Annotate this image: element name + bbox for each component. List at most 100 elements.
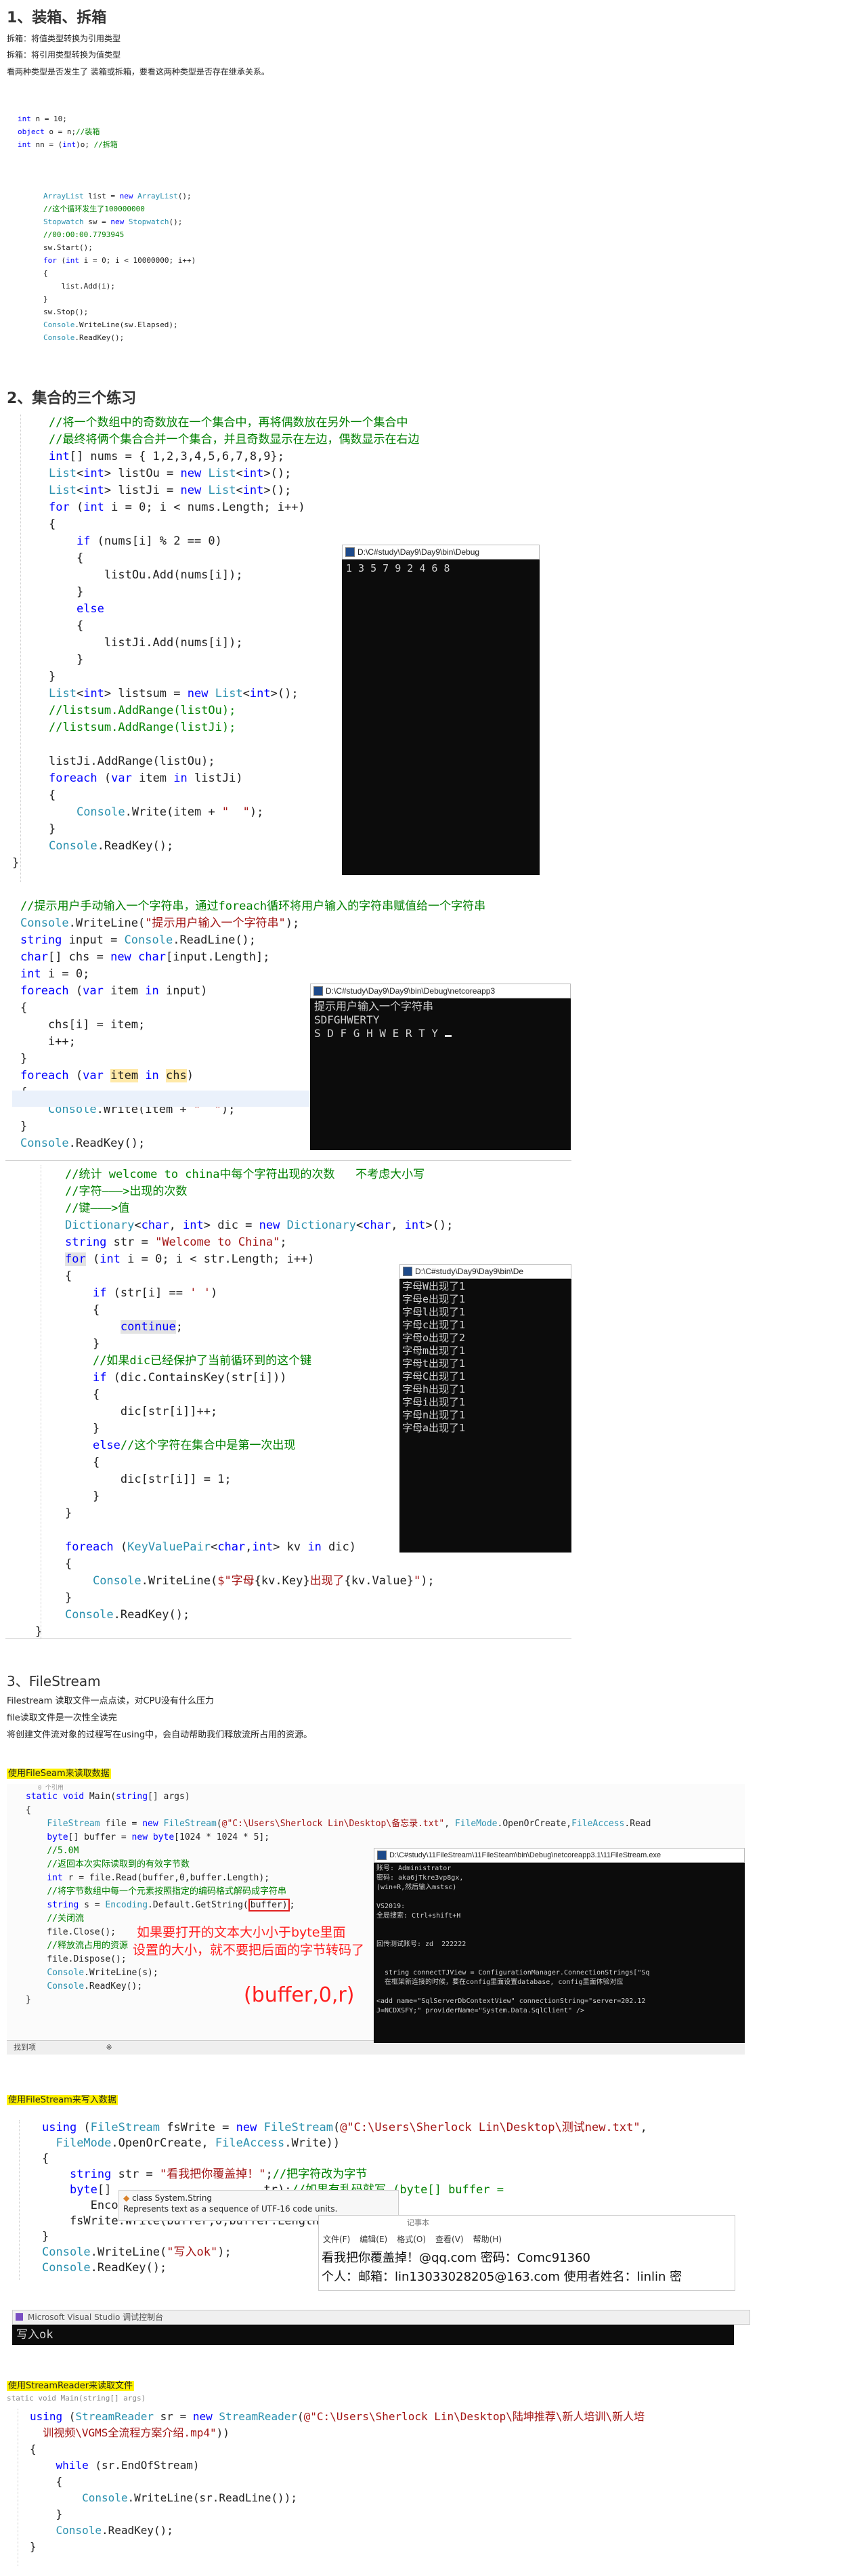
console-title: D:\C#study\11FileStream\11FileSteam\bin\… xyxy=(389,1851,661,1859)
console-output: 提示用户输入一个字符串 SDFGHWERTY S D F G H W E R T Y xyxy=(310,998,571,1150)
code-gutter-2 xyxy=(41,1165,42,1639)
tooltip-line-1: ◆ class System.String xyxy=(119,2191,398,2203)
console-window-chars: D:\C#study\Day9\Day9\bin\Debug\netcoreap… xyxy=(310,984,571,1150)
console-app-icon xyxy=(377,1851,387,1860)
console-app-icon xyxy=(403,1267,412,1276)
console-line: 字母m出现了1 xyxy=(402,1345,466,1357)
section-title-filestream: 3、FileStream xyxy=(7,1673,101,1689)
console-title: D:\C#study\Day9\Day9\bin\Debug\netcoreap… xyxy=(326,986,496,996)
console-line: 字母l出现了1 xyxy=(402,1306,466,1318)
console-line: 全局搜索: Ctrl+shift+H xyxy=(376,1912,461,1920)
console-line: (win+R,然后输入mstsc) xyxy=(376,1884,457,1891)
code-gutter-1 xyxy=(20,415,22,882)
notepad-menu-item[interactable]: 格式(O) xyxy=(397,2235,426,2244)
console-titlebar: D:\C#study\11FileStream\11FileSteam\bin\… xyxy=(374,1848,745,1863)
class-icon: ◆ xyxy=(123,2193,130,2203)
code-boxing: int n = 10; object o = n;//装箱 int nn = (… xyxy=(18,114,118,149)
console-line: J=NCDXSFY;" providerName="System.Data.Sq… xyxy=(376,2007,585,2014)
console-titlebar: D:\C#study\Day9\Day9\bin\Debug xyxy=(342,545,540,559)
console-output: 1 3 5 7 9 2 4 6 8 xyxy=(342,559,540,875)
console-line: 在框架新连接的时候，要在config里面设置database, config里面… xyxy=(376,1979,624,1986)
console-line: 字母h出现了1 xyxy=(402,1383,466,1395)
console-app-icon xyxy=(313,986,323,996)
heading-streamreader: 使用StreamReader来读取文件 xyxy=(7,2380,135,2392)
statusbar-mid: ※ xyxy=(106,2043,112,2052)
section-title-boxing: 1、装箱、拆箱 xyxy=(7,9,107,26)
console-titlebar: D:\C#study\Day9\Day9\bin\De xyxy=(399,1264,571,1279)
console-line: S D F G H W E R T Y xyxy=(314,1027,567,1040)
notepad-menu-item[interactable]: 编辑(E) xyxy=(360,2235,387,2244)
boxing-note-3: 看两种类型是否发生了 装箱或拆箱，要看这两种类型是否存在继承关系。 xyxy=(7,67,269,77)
notepad-text-line-2: 个人：邮箱：lin13033028205@163.com 使用者姓名：linli… xyxy=(322,2270,682,2284)
vs-debug-console-title: Microsoft Visual Studio 调试控制台 xyxy=(28,2313,164,2322)
notepad-text-line-1: 看我把你覆盖掉！@qq.com 密码：Comc91360 xyxy=(322,2251,591,2265)
console-line: 提示用户输入一个字符串 xyxy=(314,1000,434,1013)
console-line: 字母c出现了1 xyxy=(402,1319,466,1331)
console-line-text: S D F G H W E R T Y xyxy=(314,1027,445,1040)
code-stopwatch: ArrayList list = new ArrayList(); //这个循环… xyxy=(43,192,196,342)
code-char-count: //统计 welcome to china中每个字符出现的次数 不考虑大小写 /… xyxy=(65,1168,454,1622)
vs-debug-console-output: 写入ok xyxy=(12,2325,734,2345)
console-output-line: 1 3 5 7 9 2 4 6 8 xyxy=(346,562,450,574)
console-title: D:\C#study\Day9\Day9\bin\De xyxy=(415,1267,524,1276)
annotation-line-1: 如果要打开的文本大小小于byte里面 xyxy=(137,1925,346,1940)
heading-write-filestream-text: 使用FileStream来写入数据 xyxy=(7,2095,118,2105)
boxing-note-2: 拆箱：将引用类型转换为值类型 xyxy=(7,50,121,60)
notepad-menu-item[interactable]: 查看(V) xyxy=(435,2235,464,2244)
code-close-brace-1: } xyxy=(12,856,20,870)
divider xyxy=(5,1638,571,1639)
section-title-collections: 2、集合的三个练习 xyxy=(7,390,137,407)
console-line: 字母n出现了1 xyxy=(402,1409,466,1421)
console-line: 字母C出现了1 xyxy=(402,1370,466,1382)
console-line: 密码: aka6jTkre3vp8gx, xyxy=(376,1874,464,1882)
console-line: string connectTJView = ConfigurationMana… xyxy=(376,1969,650,1977)
code-partial-line: static void Main(string[] args) xyxy=(7,2394,146,2403)
code-gutter-4 xyxy=(18,2409,19,2566)
console-window-char-count: D:\C#study\Day9\Day9\bin\De 字母W出现了1 字母e出现… xyxy=(399,1264,571,1553)
console-line: 字母t出现了1 xyxy=(402,1357,466,1370)
notepad-menubar: 文件(F) 编辑(E) 格式(O) 查看(V) 帮助(H) xyxy=(323,2233,511,2245)
annotation-line-2: 设置的大小，就不要把后面的字节转码了 xyxy=(133,1943,365,1958)
console-window-odd-even: D:\C#study\Day9\Day9\bin\Debug 1 3 5 7 9… xyxy=(342,545,540,875)
console-line: 字母a出现了1 xyxy=(402,1422,466,1434)
notepad-menu-item[interactable]: 文件(F) xyxy=(323,2235,350,2244)
notepad-menu-item[interactable]: 帮助(H) xyxy=(473,2235,502,2244)
heading-read-filestream: 使用FileSeam来读取数据 xyxy=(7,1768,111,1780)
vs-debug-console-text: 写入ok xyxy=(16,2328,53,2342)
notepad-window: 记事本 文件(F) 编辑(E) 格式(O) 查看(V) 帮助(H) 看我把你覆盖掉！@q… xyxy=(318,2215,735,2291)
heading-write-filestream: 使用FileStream来写入数据 xyxy=(7,2094,118,2107)
heading-streamreader-text: 使用StreamReader来读取文件 xyxy=(7,2381,135,2391)
console-line: VS2019: xyxy=(376,1903,406,1910)
filestream-note-1: Filestream 读取文件一点点读，对CPU没有什么压力 xyxy=(7,1696,214,1706)
divider xyxy=(5,1160,571,1161)
console-title: D:\C#study\Day9\Day9\bin\Debug xyxy=(357,547,480,557)
console-output: 字母W出现了1 字母e出现了1 字母l出现了1 字母c出现了1 字母o出现了2 字母m出现… xyxy=(399,1279,571,1553)
heading-read-filestream-text: 使用FileSeam来读取数据 xyxy=(7,1769,111,1779)
cursor-icon xyxy=(444,1035,452,1037)
vs-debug-console-titlebar: Microsoft Visual Studio 调试控制台 xyxy=(12,2310,750,2325)
annotation-buffer-args: (buffer,0,r) xyxy=(244,1983,355,2007)
console-line: <add name="SqlServerDbContextView" conne… xyxy=(376,1998,646,2005)
console-line: 账号: Administrator xyxy=(376,1865,452,1872)
filestream-note-2: file读取文件是一次性全读完 xyxy=(7,1713,117,1723)
tooltip-class: class System.String xyxy=(132,2193,213,2203)
console-line: 字母W出现了1 xyxy=(402,1280,466,1292)
console-window-filestream: D:\C#study\11FileStream\11FileSteam\bin\… xyxy=(374,1848,745,2043)
console-app-icon xyxy=(345,547,355,557)
console-line: 回传测试账号: zd 222222 xyxy=(376,1941,466,1948)
statusbar-left: 找到项 xyxy=(14,2043,36,2052)
console-line: 字母i出现了1 xyxy=(402,1396,466,1408)
console-line: 字母o出现了2 xyxy=(402,1332,466,1344)
console-line: SDFGHWERTY xyxy=(314,1013,380,1026)
filestream-note-3: 将创建文件流对象的过程写在using中，会自动帮助我们释放流所占用的资源。 xyxy=(7,1730,313,1740)
code-streamreader: using (StreamReader sr = new StreamReade… xyxy=(30,2410,645,2553)
console-line: 字母e出现了1 xyxy=(402,1293,466,1305)
notepad-title: 记事本 xyxy=(407,2218,429,2227)
code-gutter-3 xyxy=(19,2120,20,2280)
tooltip-desc: Represents text as a sequence of UTF-16 … xyxy=(123,2204,338,2214)
vs-icon xyxy=(16,2313,23,2321)
